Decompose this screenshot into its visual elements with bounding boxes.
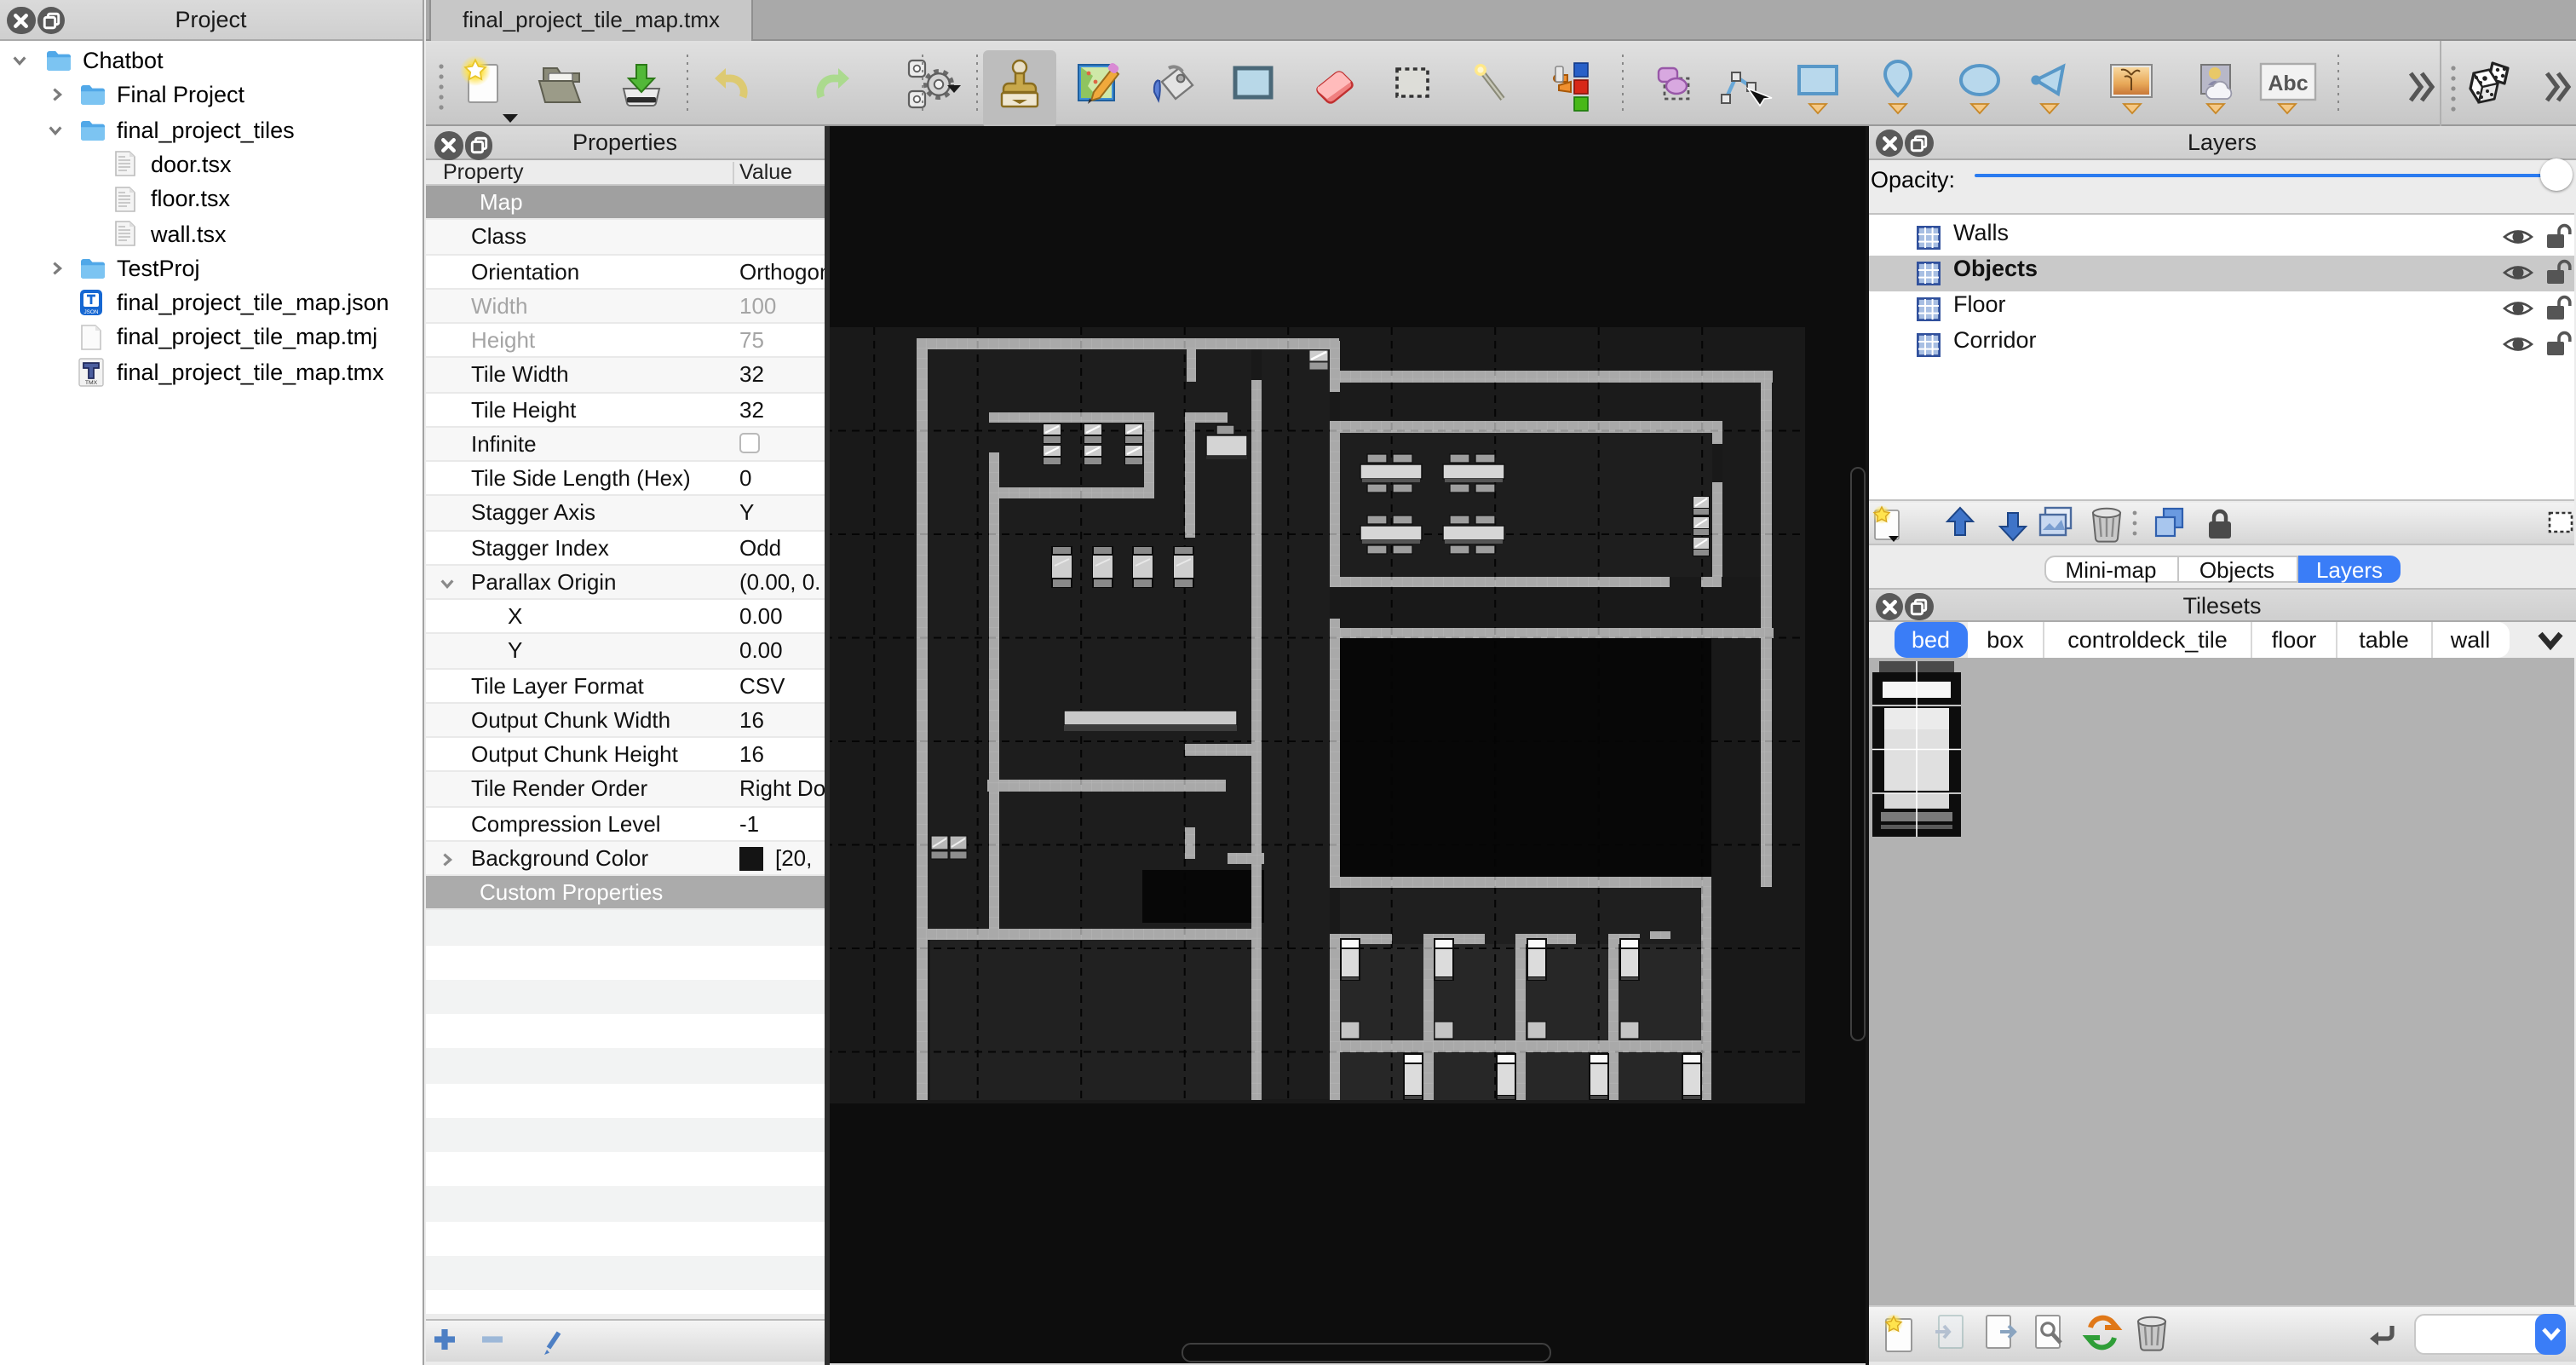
svg-text:Abc: Abc: [2268, 72, 2308, 95]
svg-text:JSON: JSON: [83, 309, 98, 315]
svg-text:TMX: TMX: [85, 380, 98, 386]
